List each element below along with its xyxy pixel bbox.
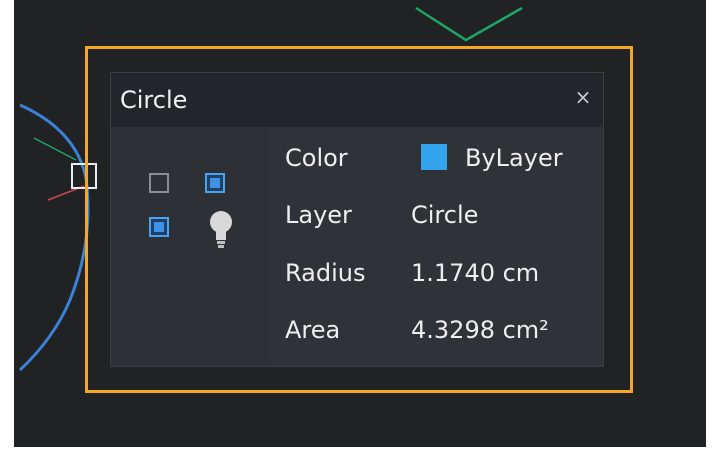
- area-label: Area: [285, 316, 341, 344]
- light-bulb-icon[interactable]: [209, 210, 233, 250]
- checked-box-icon[interactable]: [149, 217, 169, 237]
- unchecked-box-icon[interactable]: [149, 173, 169, 193]
- color-value[interactable]: ByLayer: [465, 143, 563, 173]
- circle-arc: [18, 103, 90, 372]
- area-value[interactable]: 4.3298 cm²: [411, 315, 549, 345]
- color-label: Color: [285, 144, 348, 172]
- color-swatch[interactable]: [421, 144, 447, 170]
- toggle-icons-area: [111, 127, 271, 366]
- close-icon[interactable]: ×: [571, 85, 595, 109]
- radius-label: Radius: [285, 259, 366, 287]
- layer-value[interactable]: Circle: [411, 200, 478, 230]
- panel-title: Circle: [120, 86, 188, 114]
- quick-properties-panel: Circle × Color ByLayer Layer Circle Radi…: [110, 72, 604, 367]
- guide-line-icon: [415, 6, 523, 42]
- checked-box-icon[interactable]: [205, 173, 225, 193]
- radius-value[interactable]: 1.1740 cm: [411, 258, 539, 288]
- drawing-canvas[interactable]: Circle × Color ByLayer Layer Circle Radi…: [14, 0, 706, 447]
- properties-grid: Color ByLayer Layer Circle Radius 1.1740…: [271, 127, 603, 366]
- layer-label: Layer: [285, 201, 352, 229]
- panel-header: Circle ×: [111, 73, 603, 127]
